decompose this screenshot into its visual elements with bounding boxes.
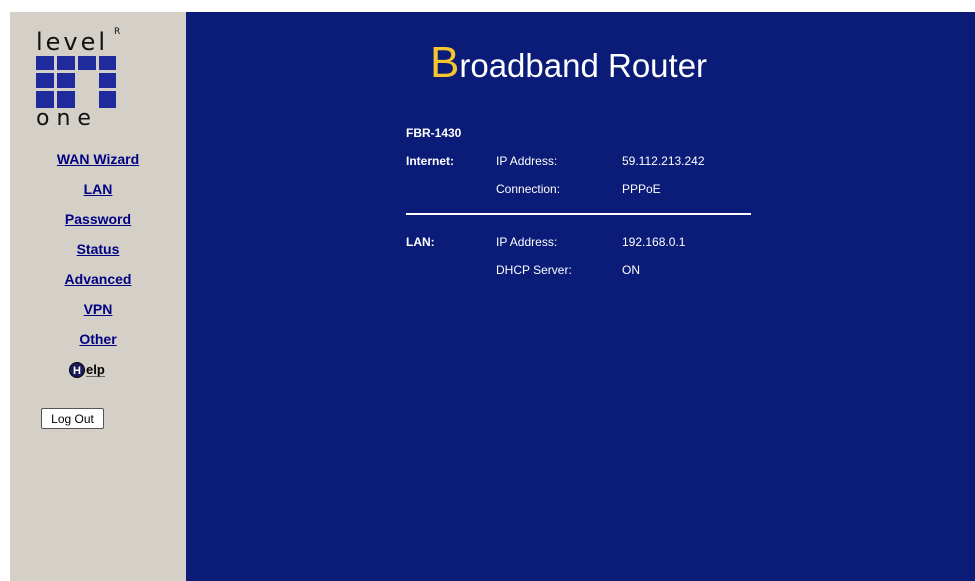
nav-link-other[interactable]: Other	[10, 329, 186, 359]
dhcp-value: ON	[622, 263, 640, 277]
page-title: Broadband Router	[430, 38, 707, 88]
nav-link-advanced[interactable]: Advanced	[10, 269, 186, 299]
lan-label: LAN:	[406, 235, 435, 249]
page-title-rest: roadband Router	[459, 47, 708, 84]
connection-label: Connection:	[496, 182, 561, 196]
logo-registered-mark: R	[114, 27, 121, 37]
sidebar: level R one WAN Wizard LAN Password Stat…	[10, 12, 186, 581]
internet-ip-row: Internet: IP Address: 59.112.213.242	[406, 154, 746, 170]
section-divider	[406, 213, 751, 215]
internet-connection-row: Connection: PPPoE	[406, 182, 746, 198]
nav-link-wan-wizard[interactable]: WAN Wizard	[10, 149, 186, 179]
help-icon: H	[69, 362, 85, 378]
logout-button[interactable]: Log Out	[41, 408, 104, 429]
logo-top-word: level	[36, 28, 109, 56]
nav-link-status[interactable]: Status	[10, 239, 186, 269]
model-name: FBR-1430	[406, 126, 462, 140]
dhcp-label: DHCP Server:	[496, 263, 572, 277]
connection-value: PPPoE	[622, 182, 661, 196]
lan-ip-label: IP Address:	[496, 235, 558, 249]
nav-link-lan[interactable]: LAN	[10, 179, 186, 209]
router-page: level R one WAN Wizard LAN Password Stat…	[10, 12, 975, 581]
logo-grid-icon	[36, 56, 116, 108]
lan-dhcp-row: DHCP Server: ON	[406, 263, 746, 279]
internet-label: Internet:	[406, 154, 454, 168]
nav-link-vpn[interactable]: VPN	[10, 299, 186, 329]
internet-ip-value: 59.112.213.242	[622, 154, 705, 168]
logo-bottom-word: one	[36, 106, 98, 131]
page-title-initial: B	[430, 38, 460, 87]
lan-ip-row: LAN: IP Address: 192.168.0.1	[406, 235, 746, 251]
internet-ip-label: IP Address:	[496, 154, 558, 168]
levelone-logo-icon: level R one	[32, 27, 142, 131]
help-link[interactable]: H elp	[69, 360, 105, 380]
main-panel: Broadband Router FBR-1430 Internet: IP A…	[186, 12, 975, 581]
lan-ip-value: 192.168.0.1	[622, 235, 686, 249]
help-label: elp	[86, 361, 105, 377]
sidebar-nav: WAN Wizard LAN Password Status Advanced …	[10, 149, 186, 359]
nav-link-password[interactable]: Password	[10, 209, 186, 239]
